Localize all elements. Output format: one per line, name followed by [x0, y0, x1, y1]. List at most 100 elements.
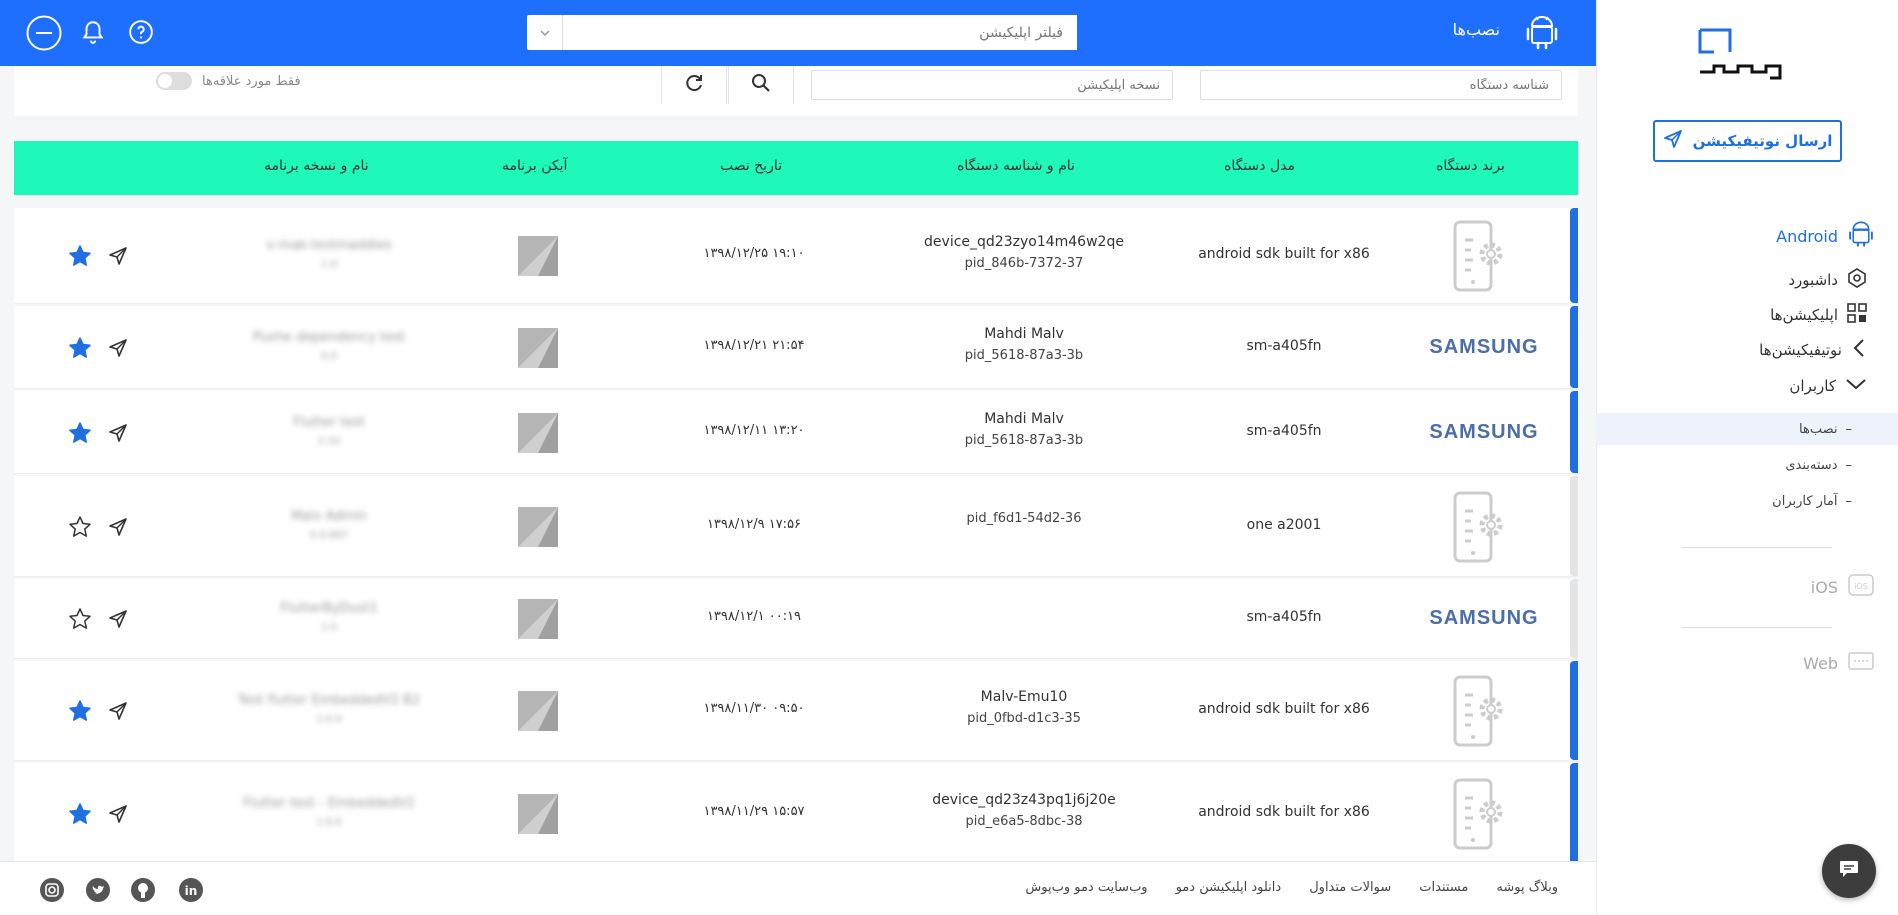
sidebar-item-notifications[interactable]: نوتیفیکیشن‌ها — [1759, 338, 1868, 362]
table-row[interactable]: SAMSUNG sm-a405fn Mahdi Malv pid_5618-87a3-… — [14, 391, 1578, 474]
github-icon[interactable] — [130, 877, 156, 907]
chevron-down-icon[interactable] — [527, 15, 563, 50]
send-icon[interactable] — [108, 609, 128, 633]
device-id: pid_f6d1-54d2-36 — [966, 510, 1082, 526]
send-notification-button[interactable]: ارسال نوتیفیکیشن — [1653, 120, 1842, 162]
twitter-icon[interactable] — [85, 877, 111, 907]
col-model: مدل دستگاه — [1224, 158, 1295, 174]
table-row[interactable]: one a2001 pid_f6d1-54d2-36 ۱۳۹۸/۱۲/۹ ۱۷:۵۶… — [14, 476, 1578, 577]
search-button[interactable] — [728, 66, 794, 104]
bell-icon[interactable] — [80, 19, 106, 49]
favorite-star-icon[interactable] — [68, 244, 92, 272]
app-info: Flutter test 2.10 — [214, 415, 444, 447]
app-name: Flutter test — [293, 414, 365, 430]
app-info: Test flutter EmbeddedV2 B2 1.0.0 — [214, 693, 444, 725]
app-placeholder-icon — [518, 236, 558, 276]
footer-link-demo-web[interactable]: وب‌سایت دمو وب‌پوش — [1025, 880, 1147, 895]
generic-device-icon — [1444, 675, 1514, 751]
device-id-input[interactable] — [1200, 70, 1562, 100]
device-name: device_qd23zyo14m46w2qe — [924, 234, 1124, 250]
table-row[interactable]: android sdk built for x86 device_qd23zyo1… — [14, 208, 1578, 304]
device-info: Mahdi Malv pid_5618-87a3-3b — [894, 411, 1154, 448]
app-info: FlutterByDust1 1.0 — [214, 601, 444, 633]
sidebar-item-apps[interactable]: اپلیکیشن‌ها — [1770, 302, 1868, 328]
send-icon — [1663, 129, 1683, 153]
app-filter[interactable] — [527, 15, 1077, 50]
favorite-star-icon[interactable] — [68, 421, 92, 449]
platform-android[interactable]: Android — [1776, 220, 1874, 252]
send-icon[interactable] — [108, 246, 128, 270]
favorite-star-icon[interactable] — [68, 699, 92, 727]
footer-link-demo-app[interactable]: دانلود اپلیکیشن دمو — [1176, 880, 1282, 895]
chat-button[interactable] — [1822, 844, 1876, 898]
app-version-input[interactable] — [811, 70, 1173, 100]
status-bar — [1570, 579, 1578, 658]
favorites-label: فقط مورد علاقه‌ها — [202, 73, 301, 89]
app-name: Malv Admin — [290, 508, 368, 524]
divider — [1682, 627, 1832, 628]
instagram-icon[interactable] — [39, 877, 65, 907]
favorite-star-icon[interactable] — [68, 802, 92, 830]
user-circle-icon[interactable] — [26, 15, 62, 55]
app-placeholder-icon — [518, 327, 558, 368]
send-icon[interactable] — [108, 423, 128, 447]
favorites-switch[interactable] — [156, 72, 192, 90]
table-row[interactable]: SAMSUNG sm-a405fn ۱۳۹۸/۱۲/۱ ۰۰:۱۹ FlutterBy… — [14, 579, 1578, 659]
send-icon[interactable] — [108, 517, 128, 541]
install-date: ۱۳۹۸/۱۱/۲۹ ۱۵:۵۷ — [703, 804, 805, 819]
bullet: – — [1845, 421, 1853, 437]
divider — [1682, 547, 1832, 548]
table-row[interactable]: android sdk built for x86 Malv-Emu10 pid_0… — [14, 661, 1578, 761]
favorite-star-icon[interactable] — [68, 607, 92, 635]
send-icon[interactable] — [108, 701, 128, 725]
footer-link-blog[interactable]: وبلاگ پوشه — [1496, 880, 1558, 895]
col-device: نام و شناسه دستگاه — [957, 158, 1075, 174]
device-model: sm-a405fn — [1246, 337, 1322, 354]
app-name: FlutterByDust1 — [280, 601, 378, 616]
favorite-star-icon[interactable] — [68, 515, 92, 543]
sidebar-subitem-user-stats[interactable]: – آمار کاربران — [1596, 485, 1898, 517]
device-info: device_qd23zyo14m46w2qe pid_846b-7372-37 — [894, 234, 1154, 271]
sidebar-item-dashboard[interactable]: داشبورد — [1788, 267, 1868, 293]
linkedin-icon[interactable]: in — [178, 877, 204, 907]
device-info: pid_f6d1-54d2-36 — [894, 505, 1154, 526]
install-date: ۱۳۹۸/۱۲/۲۱ ۲۱:۵۴ — [703, 337, 805, 353]
sidebar-item-users[interactable]: کاربران — [1789, 374, 1868, 398]
platform-android-label: Android — [1776, 226, 1838, 246]
sidebar-item-label: نوتیفیکیشن‌ها — [1759, 341, 1842, 359]
table-row[interactable]: SAMSUNG sm-a405fn Mahdi Malv pid_5618-87a3-… — [14, 306, 1578, 389]
favorite-star-icon[interactable] — [68, 336, 92, 364]
sidebar-subitem-installs[interactable]: – نصب‌ها — [1596, 413, 1898, 445]
send-icon[interactable] — [108, 804, 128, 828]
app-filter-input[interactable] — [563, 15, 1077, 50]
app-version: 0.0 — [321, 350, 337, 362]
device-info: Malv-Emu10 pid_0fbd-d1c3-35 — [894, 689, 1154, 726]
status-bar — [1570, 208, 1578, 303]
platform-web[interactable]: Web — [1803, 650, 1874, 676]
app-version: 1.0 — [321, 622, 337, 633]
bullet: – — [1845, 493, 1853, 509]
app-info: Flutter test - EmbeddedV2 1.0.0 — [214, 796, 444, 828]
chevron-left-icon — [1850, 338, 1868, 362]
android-icon — [1526, 14, 1558, 54]
refresh-button[interactable] — [661, 66, 727, 104]
bullet: – — [1845, 457, 1853, 473]
app-name: Pushe dependency test — [252, 329, 406, 345]
help-icon[interactable] — [128, 19, 154, 49]
app-placeholder-icon — [518, 506, 558, 547]
device-id: pid_e6a5-8dbc-38 — [965, 814, 1083, 829]
table-row[interactable]: android sdk built for x86 device_qd23z43p… — [14, 763, 1578, 865]
footer: وبلاگ پوشه مستندات سوالات متداول دانلود … — [0, 861, 1596, 915]
footer-link-docs[interactable]: مستندات — [1419, 880, 1468, 895]
sidebar-subitem-segments[interactable]: – دسته‌بندی — [1596, 449, 1898, 481]
app-version: 1.0.0 — [316, 817, 342, 828]
install-date: ۱۳۹۸/۱۲/۱۱ ۱۳:۲۰ — [703, 422, 805, 438]
favorites-toggle[interactable]: فقط مورد علاقه‌ها — [156, 72, 301, 90]
device-name: Malv-Emu10 — [980, 689, 1068, 705]
platform-ios[interactable]: iOS iOS — [1811, 573, 1874, 601]
app-info: x-mak-testmaddies 1.0 — [214, 238, 444, 270]
footer-link-faq[interactable]: سوالات متداول — [1309, 880, 1391, 895]
sidebar: ارسال نوتیفیکیشن Android داشبورد اپلیکیش… — [1596, 0, 1898, 915]
pushe-logo[interactable] — [1694, 24, 1798, 84]
send-icon[interactable] — [108, 338, 128, 362]
